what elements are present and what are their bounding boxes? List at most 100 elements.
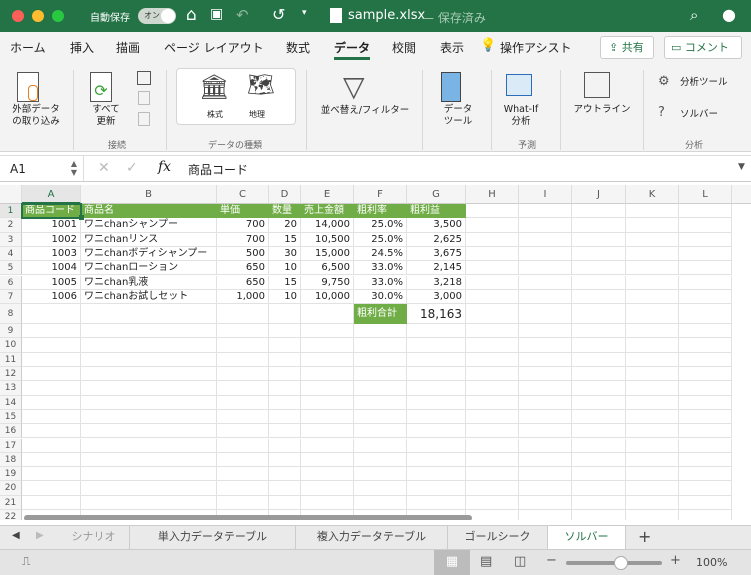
cell[interactable] — [301, 481, 354, 496]
add-sheet-button[interactable]: + — [638, 527, 651, 546]
cell[interactable] — [22, 381, 81, 396]
data-tools-button[interactable]: データ ツール — [436, 104, 480, 128]
cell[interactable] — [626, 324, 679, 339]
cell[interactable] — [519, 261, 572, 276]
cell[interactable] — [81, 381, 217, 396]
row-header-22[interactable]: 22 — [0, 510, 22, 520]
what-if-button[interactable]: What-If 分析 — [498, 104, 544, 128]
cell[interactable] — [626, 495, 679, 510]
name-box[interactable]: A1 ▲ ▼ — [0, 156, 84, 181]
cell[interactable] — [22, 467, 81, 482]
row-header-15[interactable]: 15 — [0, 409, 22, 425]
data-cell[interactable]: 1002 — [22, 232, 81, 247]
cell[interactable] — [354, 352, 407, 367]
cell[interactable] — [81, 367, 217, 382]
cell[interactable] — [301, 467, 354, 482]
cell[interactable] — [217, 452, 269, 468]
comment-button[interactable]: ▭ コメント — [664, 36, 742, 59]
formula-input[interactable]: 商品コード — [188, 161, 248, 178]
cell[interactable] — [679, 218, 732, 233]
cell[interactable] — [572, 395, 626, 410]
cell[interactable] — [466, 438, 519, 453]
data-cell[interactable]: 10,000 — [301, 289, 354, 305]
cell[interactable] — [466, 324, 519, 339]
cell[interactable] — [466, 381, 519, 396]
data-cell[interactable]: 700 — [217, 218, 269, 233]
row-header-11[interactable]: 11 — [0, 352, 22, 367]
cell[interactable] — [626, 452, 679, 468]
cell[interactable] — [407, 467, 466, 482]
row-header-20[interactable]: 20 — [0, 481, 22, 496]
cell[interactable] — [407, 481, 466, 496]
geography-label[interactable]: 地理 — [237, 109, 277, 121]
analysis-tools-button[interactable]: 分析ツール — [680, 77, 728, 89]
sheet-tab[interactable]: ゴールシーク — [448, 526, 548, 549]
cell[interactable] — [217, 324, 269, 339]
column-header-E[interactable]: E — [301, 185, 354, 204]
cell[interactable] — [519, 510, 572, 520]
cell[interactable] — [679, 395, 732, 410]
cell[interactable] — [269, 452, 301, 468]
cell[interactable] — [22, 395, 81, 410]
cell[interactable] — [519, 218, 572, 233]
cell[interactable] — [466, 261, 519, 276]
zoom-in-button[interactable]: + — [670, 553, 681, 568]
cancel-icon[interactable]: ✕ — [98, 160, 110, 176]
cell[interactable] — [301, 424, 354, 439]
cell[interactable] — [81, 409, 217, 425]
column-header-I[interactable]: I — [519, 185, 572, 204]
data-cell[interactable]: 650 — [217, 261, 269, 276]
header-cell[interactable]: 粗利益 — [407, 204, 466, 219]
cell[interactable] — [626, 438, 679, 453]
data-cell[interactable]: 10,500 — [301, 232, 354, 247]
cell[interactable] — [572, 367, 626, 382]
data-cell[interactable]: ワニchanシャンプー — [81, 218, 217, 233]
cell[interactable] — [354, 495, 407, 510]
row-header-19[interactable]: 19 — [0, 467, 22, 482]
cell[interactable] — [466, 304, 519, 325]
cell[interactable] — [217, 481, 269, 496]
data-cell[interactable]: 14,000 — [301, 218, 354, 233]
cell[interactable] — [269, 304, 301, 325]
cell[interactable] — [269, 367, 301, 382]
cell[interactable] — [217, 381, 269, 396]
cell[interactable] — [519, 381, 572, 396]
cell[interactable] — [626, 395, 679, 410]
cell[interactable] — [22, 438, 81, 453]
cell[interactable] — [22, 324, 81, 339]
cell[interactable] — [679, 275, 732, 290]
cell[interactable] — [22, 352, 81, 367]
sheet-tab[interactable]: ソルバー — [548, 526, 626, 549]
share-button[interactable]: ⇪ 共有 — [600, 36, 654, 59]
autosave-toggle[interactable]: オン — [138, 8, 176, 24]
cell[interactable] — [217, 338, 269, 353]
cell[interactable] — [81, 495, 217, 510]
cell[interactable] — [466, 338, 519, 353]
cell[interactable] — [519, 275, 572, 290]
cell[interactable] — [572, 381, 626, 396]
cell[interactable] — [407, 395, 466, 410]
cell[interactable] — [679, 204, 732, 219]
cell[interactable] — [407, 352, 466, 367]
row-header-12[interactable]: 12 — [0, 367, 22, 382]
column-header-B[interactable]: B — [81, 185, 217, 204]
header-cell[interactable]: 商品名 — [81, 204, 217, 219]
refresh-all-button[interactable]: すべて 更新 — [84, 104, 128, 128]
data-cell[interactable]: 30 — [269, 246, 301, 262]
queries-connections-icon[interactable] — [137, 71, 151, 85]
cell[interactable] — [81, 395, 217, 410]
data-cell[interactable]: 1003 — [22, 246, 81, 262]
cell[interactable] — [22, 481, 81, 496]
cell[interactable] — [466, 275, 519, 290]
cell[interactable] — [519, 495, 572, 510]
cell[interactable] — [519, 232, 572, 247]
cell[interactable] — [407, 424, 466, 439]
data-cell[interactable]: 15 — [269, 275, 301, 290]
data-cell[interactable]: 10 — [269, 289, 301, 305]
cell[interactable] — [269, 495, 301, 510]
data-cell[interactable]: 650 — [217, 275, 269, 290]
cell[interactable] — [407, 438, 466, 453]
data-cell[interactable]: 9,750 — [301, 275, 354, 290]
cell[interactable] — [354, 338, 407, 353]
cell[interactable] — [626, 289, 679, 305]
